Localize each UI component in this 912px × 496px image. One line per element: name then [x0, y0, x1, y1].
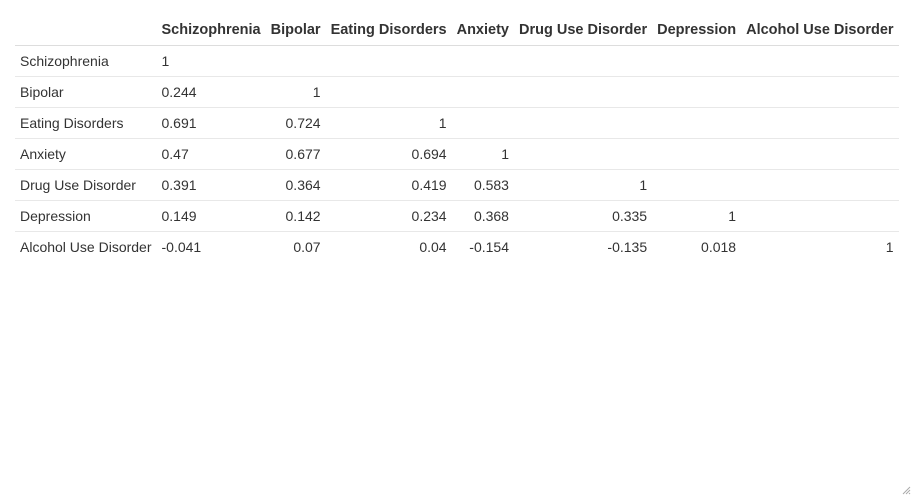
table-cell: -0.041	[161, 239, 202, 255]
corner-header-cell	[15, 14, 157, 46]
table-cell	[325, 76, 452, 108]
table-cell: 0.419	[325, 169, 452, 201]
table-cell: 0.364	[265, 169, 326, 201]
table-cell	[652, 169, 742, 201]
table-cell: 0.234	[325, 200, 452, 232]
table-row: Bipolar 0.244 1	[15, 76, 899, 108]
table-cell: 0.04	[419, 239, 447, 255]
table-cell: -0.154	[469, 239, 509, 255]
table-cell: 0.368	[451, 200, 514, 232]
column-header: Depression	[652, 14, 742, 46]
table-row: Eating Disorders 0.691 0.724 1	[15, 107, 899, 139]
column-header: Alcohol Use Disorder	[741, 14, 899, 46]
table-cell: 1	[513, 169, 653, 201]
row-label: Drug Use Disorder	[15, 169, 157, 201]
table-cell	[741, 169, 899, 201]
table-cell	[513, 138, 653, 170]
table-cell	[451, 76, 514, 108]
table-cell	[652, 76, 742, 108]
row-label: Bipolar	[15, 76, 157, 108]
table-cell: 0.583	[451, 169, 514, 201]
table-cell	[451, 107, 514, 139]
table-body: Schizophrenia 1 Bipolar 0.244 1 Eating Disord…	[15, 45, 899, 263]
row-label: Depression	[15, 200, 157, 232]
correlation-table: Schizophrenia Bipolar Eating Disorders A…	[15, 14, 899, 262]
column-header: Anxiety	[451, 14, 514, 46]
table-cell	[652, 45, 742, 77]
row-label: Schizophrenia	[15, 45, 157, 77]
table-cell	[265, 45, 326, 77]
table-cell: 1	[451, 138, 514, 170]
table-cell: 1	[265, 76, 326, 108]
table-cell	[513, 45, 653, 77]
page: Schizophrenia Bipolar Eating Disorders A…	[0, 0, 912, 496]
table-cell: 0.018	[701, 239, 737, 255]
table-row: Schizophrenia 1	[15, 45, 899, 77]
table-cell: 0.142	[265, 200, 326, 232]
table-cell: 0.335	[513, 200, 653, 232]
row-label: Anxiety	[15, 138, 157, 170]
table-cell: 0.149	[156, 200, 266, 232]
table-cell: 0.677	[265, 138, 326, 170]
table-cell	[741, 200, 899, 232]
table-cell	[513, 76, 653, 108]
table-cell	[741, 45, 899, 77]
table-cell: 0.724	[265, 107, 326, 139]
table-row: Anxiety 0.47 0.677 0.694 1	[15, 138, 899, 170]
header-row: Schizophrenia Bipolar Eating Disorders A…	[15, 14, 899, 46]
column-header: Bipolar	[265, 14, 326, 46]
table-cell	[741, 76, 899, 108]
table-cell	[325, 45, 452, 77]
table-cell	[652, 138, 742, 170]
table-cell: 1	[652, 200, 742, 232]
table-cell: 0.694	[325, 138, 452, 170]
column-header: Drug Use Disorder	[513, 14, 653, 46]
table-row: Drug Use Disorder 0.391 0.364 0.419 0.583 1	[15, 169, 899, 201]
table-cell	[513, 107, 653, 139]
column-header: Schizophrenia	[156, 14, 266, 46]
row-label: Eating Disorders	[15, 107, 157, 139]
table-cell	[741, 138, 899, 170]
table-cell	[451, 45, 514, 77]
row-label: Alcohol Use Disorder	[20, 239, 152, 255]
column-header: Eating Disorders	[325, 14, 452, 46]
resize-grip-icon[interactable]	[901, 485, 911, 495]
table-cell: -0.135	[607, 239, 648, 255]
table-cell: 0.07	[293, 239, 321, 255]
table-cell: 1	[156, 45, 266, 77]
table-cell: 1	[325, 107, 452, 139]
table-cell: 0.391	[156, 169, 266, 201]
table-cell: 0.47	[156, 138, 266, 170]
table-cell	[741, 107, 899, 139]
table-cell: 1	[885, 239, 894, 255]
table-row: Depression 0.149 0.142 0.234 0.368 0.335 1	[15, 200, 899, 232]
table-cell	[652, 107, 742, 139]
table-cell: 0.244	[156, 76, 266, 108]
table-cell: 0.691	[156, 107, 266, 139]
table-row: Alcohol Use Disorder -0.041 0.07 0.04 -0.154…	[15, 232, 899, 263]
